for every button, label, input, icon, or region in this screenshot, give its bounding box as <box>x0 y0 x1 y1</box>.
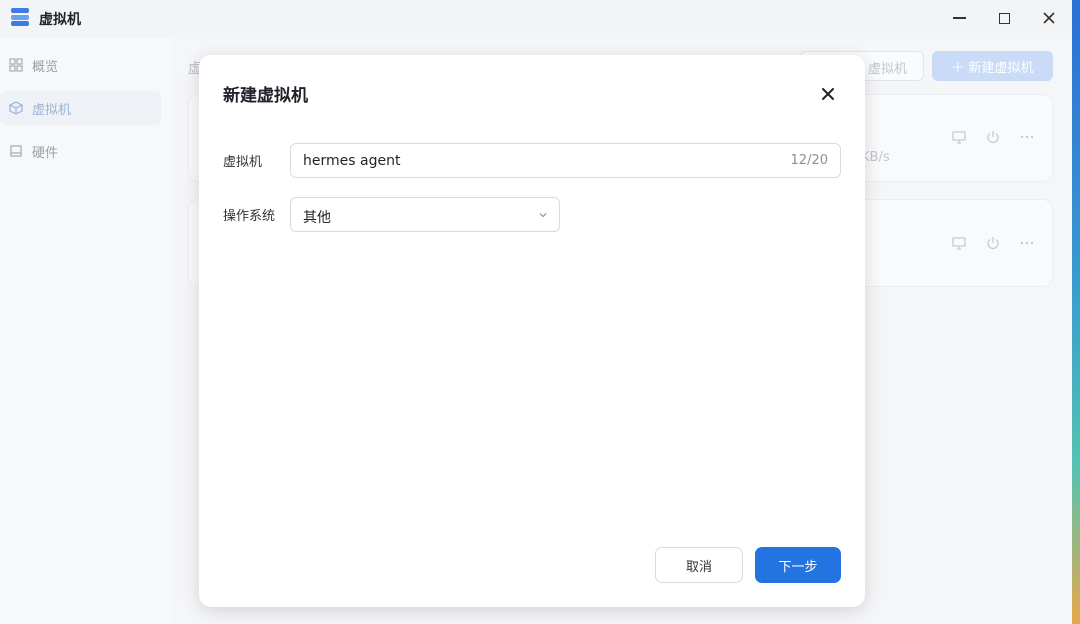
app-server-icon <box>11 8 29 28</box>
power-icon[interactable] <box>986 130 1000 144</box>
sidebar-item-vms[interactable]: 虚拟机 <box>0 91 161 125</box>
new-vm-button[interactable]: ＋ 新建虚拟机 <box>932 51 1053 81</box>
window-close-button[interactable] <box>1035 6 1063 30</box>
vm-card-actions <box>952 130 1034 144</box>
more-icon[interactable] <box>1020 236 1034 250</box>
close-icon[interactable] <box>819 85 837 103</box>
vm-card-actions <box>952 236 1034 250</box>
cube-icon <box>9 101 23 115</box>
close-icon <box>1043 12 1055 24</box>
maximize-icon <box>998 12 1010 24</box>
sidebar-item-overview[interactable]: 概览 <box>0 48 161 82</box>
monitor-icon[interactable] <box>952 236 966 250</box>
sidebar-item-label: 虚拟机 <box>32 102 72 118</box>
app-window: 虚拟机 概览 虚拟机 硬件 虚 虚拟机 ＋ 新建虚拟机 KB/s 新建虚拟机 虚… <box>0 0 1072 624</box>
minimize-button[interactable] <box>945 6 973 30</box>
cancel-button[interactable]: 取消 <box>655 547 743 583</box>
next-step-button[interactable]: 下一步 <box>755 547 841 583</box>
dialog-title: 新建虚拟机 <box>223 86 308 106</box>
drive-icon <box>10 145 22 157</box>
grid-icon <box>9 58 23 72</box>
os-label: 操作系统 <box>223 209 276 224</box>
title-bar: 虚拟机 <box>0 0 1072 38</box>
more-icon[interactable] <box>1020 130 1034 144</box>
new-vm-dialog: 新建虚拟机 虚拟机 hermes agent 12/20 操作系统 其他 取消 … <box>199 55 865 607</box>
sidebar-item-label: 概览 <box>32 59 59 75</box>
sidebar-item-hardware[interactable]: 硬件 <box>0 134 161 168</box>
char-counter: 12/20 <box>790 153 828 168</box>
sidebar: 概览 虚拟机 硬件 <box>0 38 170 624</box>
power-icon[interactable] <box>986 236 1000 250</box>
maximize-button[interactable] <box>990 6 1018 30</box>
sidebar-item-label: 硬件 <box>32 145 59 161</box>
vm-name-input[interactable]: hermes agent 12/20 <box>290 143 841 178</box>
chevron-down-icon <box>539 213 547 218</box>
vm-name-label: 虚拟机 <box>223 155 263 170</box>
vm-speed-text: KB/s <box>861 150 890 165</box>
app-title: 虚拟机 <box>39 12 81 28</box>
vm-secondary-button-label: 虚拟机 <box>867 62 907 77</box>
os-select[interactable]: 其他 <box>290 197 560 232</box>
vm-name-value: hermes agent <box>303 153 401 169</box>
minimize-icon <box>952 17 966 19</box>
os-select-value: 其他 <box>303 210 331 226</box>
monitor-icon[interactable] <box>952 130 966 144</box>
